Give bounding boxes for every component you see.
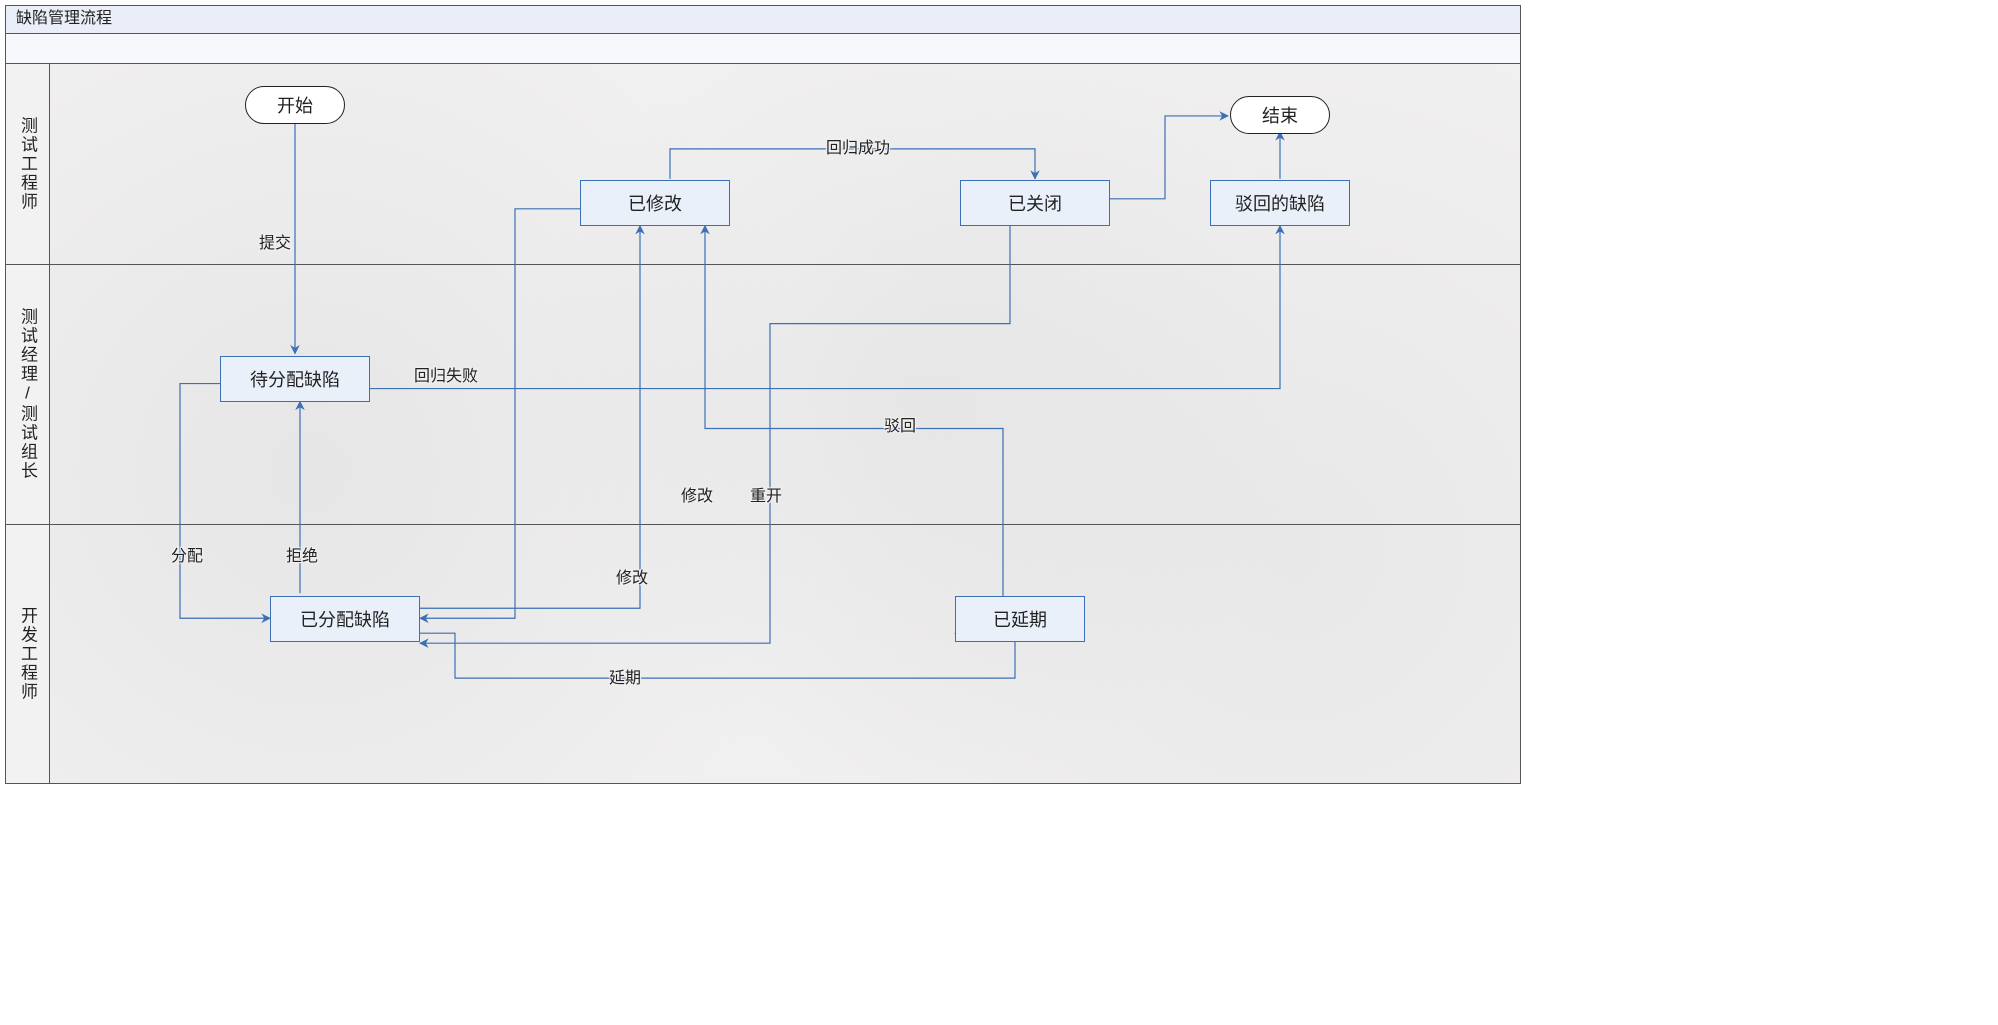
diagram-title: 缺陷管理流程 [6, 6, 1520, 34]
lanes-area: 测试工程师 测试经理/测试组长 开发工程师 [6, 64, 1520, 783]
diagram-subheader [6, 34, 1520, 64]
node-pending: 待分配缺陷 [220, 356, 370, 402]
lane-header-test-engineer: 测试工程师 [6, 64, 50, 264]
node-assigned: 已分配缺陷 [270, 596, 420, 642]
node-closed: 已关闭 [960, 180, 1110, 226]
edge-label-regfail: 回归失败 [410, 362, 482, 386]
lane-header-dev-engineer: 开发工程师 [6, 524, 50, 784]
edge-label-reject: 驳回 [880, 412, 920, 436]
node-label: 已修改 [628, 190, 682, 216]
edge-label-delay: 延期 [605, 664, 645, 688]
node-label: 已关闭 [1008, 190, 1062, 216]
node-label: 已延期 [993, 606, 1047, 632]
diagram-canvas: 开始 结束 待分配缺陷 已分配缺陷 已修改 已关闭 驳回的缺陷 已延期 [50, 64, 1520, 783]
node-modified: 已修改 [580, 180, 730, 226]
node-label: 结束 [1262, 102, 1298, 128]
node-rejected: 驳回的缺陷 [1210, 180, 1350, 226]
node-delayed: 已延期 [955, 596, 1085, 642]
lane-label: 开发工程师 [15, 607, 40, 702]
node-label: 已分配缺陷 [300, 606, 390, 632]
edge-label-assign: 分配 [167, 542, 207, 566]
edge-label-regok: 回归成功 [822, 134, 894, 158]
node-start: 开始 [245, 86, 345, 124]
edge-label-refuse: 拒绝 [282, 542, 322, 566]
edge-label-submit: 提交 [255, 229, 295, 253]
node-end: 结束 [1230, 96, 1330, 134]
node-label: 待分配缺陷 [250, 366, 340, 392]
edge-label-reopen: 重开 [746, 482, 786, 506]
edge-label-modify1: 修改 [612, 564, 652, 588]
lane-label: 测试工程师 [15, 117, 40, 212]
swimlane-diagram: 缺陷管理流程 测试工程师 测试经理/测试组长 开发工程师 [5, 5, 1521, 784]
node-label: 驳回的缺陷 [1235, 190, 1325, 216]
edges-layer [50, 64, 1520, 783]
lane-header-test-manager: 测试经理/测试组长 [6, 264, 50, 524]
lane-label: 测试经理/测试组长 [15, 308, 40, 481]
edge-label-modify2: 修改 [677, 482, 717, 506]
node-label: 开始 [277, 92, 313, 118]
